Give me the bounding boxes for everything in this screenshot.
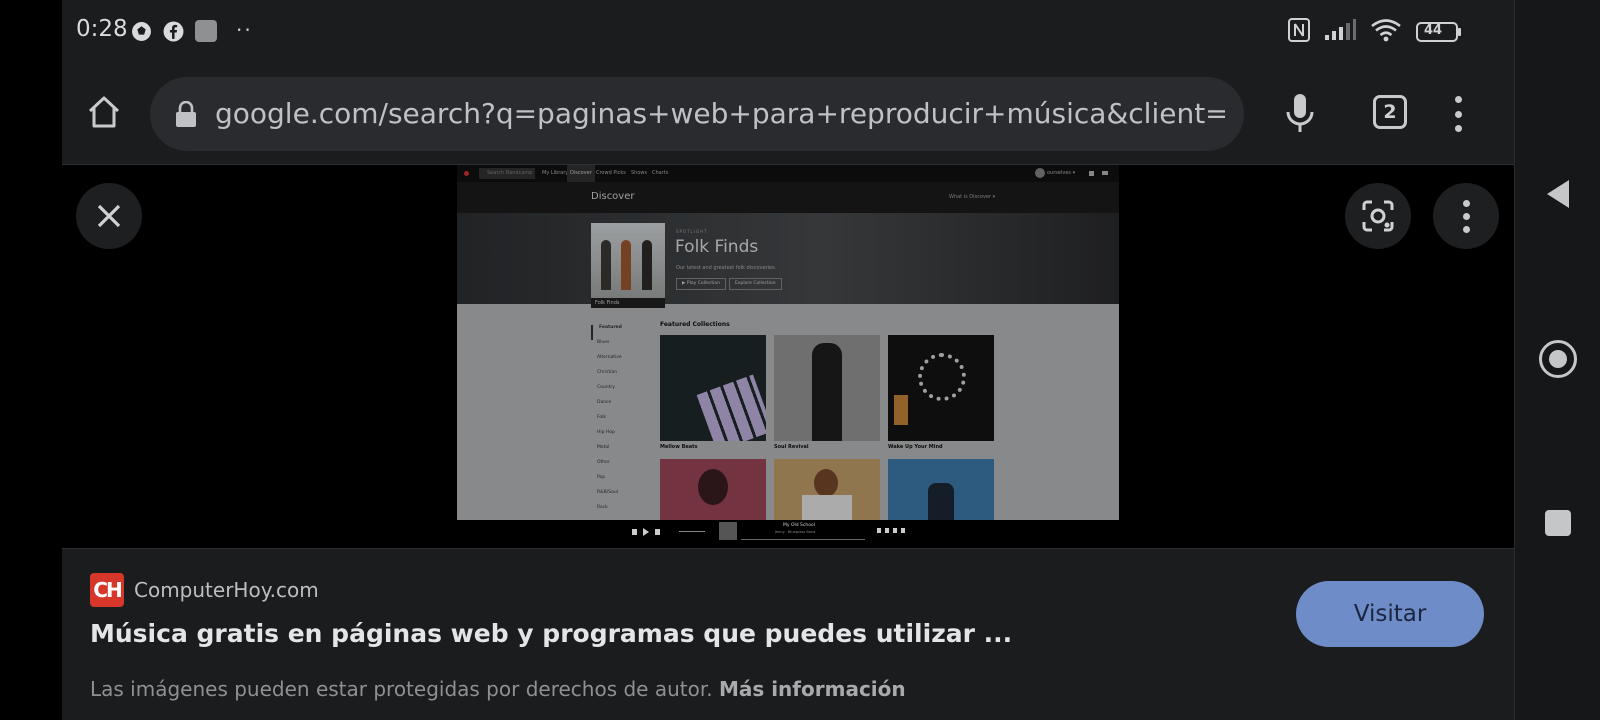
preview-what-is-discover: What is Discover ▾	[949, 194, 996, 200]
tab-switcher-button[interactable]: 2	[1373, 95, 1407, 129]
back-button[interactable]	[1545, 178, 1571, 214]
copyright-text: Las imágenes pueden estar protegidas por…	[90, 677, 713, 701]
preview-player-artist: Jenny · Bluegrass Band	[775, 530, 816, 534]
preview-player-actions	[877, 528, 907, 533]
preview-discover-title: Discover	[591, 191, 635, 202]
preview-nav-item: Charts	[652, 170, 669, 176]
battery-level: 44	[1424, 23, 1443, 38]
wifi-icon	[1370, 18, 1402, 46]
browser-toolbar: google.com/search?q=paginas+web+para+rep…	[62, 64, 1514, 165]
preview-explore-button: Explore Collection	[729, 278, 782, 290]
preview-volume-bar	[679, 531, 705, 532]
preview-logo	[464, 171, 469, 176]
status-bar: 0:28 ·· 44	[62, 0, 1514, 64]
viewer-menu-button[interactable]	[1433, 183, 1499, 249]
image-info-card: CH ComputerHoy.com Música gratis en pági…	[62, 548, 1514, 720]
close-viewer-button[interactable]	[76, 183, 142, 249]
preview-spotlight: SPOTLIGHT	[676, 229, 708, 234]
result-image[interactable]: Search Bandcamp My Library Discover Crow…	[457, 165, 1119, 533]
copyright-notice: Las imágenes pueden estar protegidas por…	[90, 677, 906, 701]
address-bar[interactable]: google.com/search?q=paginas+web+para+rep…	[150, 77, 1244, 151]
more-notifications: ··	[236, 18, 253, 42]
soccer-ball-icon	[130, 20, 152, 42]
preview-genre: Metal	[597, 445, 610, 450]
status-right-icons: 44	[1288, 18, 1462, 46]
recents-button[interactable]	[1545, 510, 1571, 536]
phone-screen: 0:28 ·· 44 google.com/search?q=paginas+w…	[62, 0, 1514, 720]
back-triangle-icon	[1547, 180, 1569, 208]
preview-search: Search Bandcamp	[479, 168, 535, 179]
site-logo: CH	[90, 573, 124, 607]
preview-mail-icon	[1102, 171, 1108, 175]
preview-caption: Mellow Beats	[660, 444, 698, 450]
preview-player-bar: My Old School Jenny · Bluegrass Band	[457, 520, 1119, 544]
more-info-link[interactable]: Más información	[719, 677, 906, 701]
preview-genre: R&B/Soul	[597, 490, 618, 495]
url-text[interactable]: google.com/search?q=paginas+web+para+rep…	[215, 97, 1225, 130]
close-icon	[97, 204, 121, 228]
preview-prev-icon	[632, 529, 637, 535]
preview-nav-item: Shows	[631, 170, 648, 176]
preview-tile-mellow-beats	[660, 335, 766, 441]
preview-progress	[741, 539, 865, 540]
navigation-bar	[1514, 0, 1600, 720]
preview-avatar	[1035, 168, 1045, 178]
browser-menu-button[interactable]	[1448, 94, 1468, 134]
left-margin	[0, 0, 62, 720]
preview-hero-art	[591, 223, 665, 298]
preview-hero-title: Folk Finds	[675, 237, 759, 257]
preview-nav-item: Crowd Picks	[596, 170, 626, 176]
preview-genre: Christian	[597, 370, 618, 375]
app-icon	[195, 20, 217, 42]
visit-button[interactable]: Visitar	[1296, 581, 1484, 647]
preview-caption: Wake Up Your Mind	[888, 444, 943, 450]
preview-featured-heading: Featured Collections	[660, 321, 730, 328]
preview-top-nav: Search Bandcamp My Library Discover Crow…	[457, 165, 1119, 182]
preview-play-button: ▶ Play Collection	[676, 278, 726, 290]
nfc-icon	[1288, 18, 1310, 46]
preview-tile-wake-up	[888, 335, 994, 441]
preview-genre-list: Featured Blues Alternative Christian Cou…	[591, 325, 651, 520]
preview-hero-subtitle: Our latest and greatest folk discoveries…	[676, 265, 777, 271]
site-name[interactable]: ComputerHoy.com	[134, 578, 319, 602]
preview-nav-item: Discover	[567, 165, 595, 182]
preview-genre: Folk	[597, 415, 607, 420]
preview-genre: Rock	[597, 505, 608, 510]
preview-tile-soul-revival	[774, 335, 880, 441]
preview-player-art	[719, 522, 737, 540]
preview-hero: Folk Finds SPOTLIGHT Folk Finds Our late…	[457, 213, 1119, 308]
signal-icon	[1324, 19, 1356, 45]
preview-user: ourselves ▾	[1047, 170, 1076, 176]
result-title[interactable]: Música gratis en páginas web y programas…	[90, 619, 1012, 648]
preview-genre: Country	[597, 385, 615, 390]
home-button[interactable]	[84, 92, 124, 132]
preview-next-icon	[655, 529, 660, 535]
lens-icon	[1362, 200, 1394, 232]
preview-play-icon	[643, 528, 649, 536]
preview-genre: Alternative	[597, 355, 622, 360]
microphone-button[interactable]	[1282, 92, 1318, 136]
preview-genre: Featured	[591, 325, 651, 340]
image-viewer: Search Bandcamp My Library Discover Crow…	[62, 165, 1514, 548]
preview-genre: Blues	[597, 340, 610, 345]
preview-genre: Hip Hop	[597, 430, 615, 435]
facebook-icon	[162, 20, 184, 42]
preview-genre: Pop	[597, 475, 606, 480]
preview-bell-icon	[1089, 171, 1094, 176]
preview-art-label: Folk Finds	[591, 298, 665, 308]
lock-icon	[174, 100, 198, 127]
home-nav-button[interactable]	[1539, 340, 1577, 378]
preview-player-title: My Old School	[783, 523, 815, 528]
preview-genre: Other	[597, 460, 610, 465]
lens-search-button[interactable]	[1345, 183, 1411, 249]
preview-discover-header: Discover What is Discover ▾	[457, 182, 1119, 213]
preview-caption: Soul Revival	[774, 444, 809, 450]
status-time: 0:28	[76, 16, 128, 42]
preview-genre: Dance	[597, 400, 612, 405]
battery-icon: 44	[1416, 21, 1462, 43]
